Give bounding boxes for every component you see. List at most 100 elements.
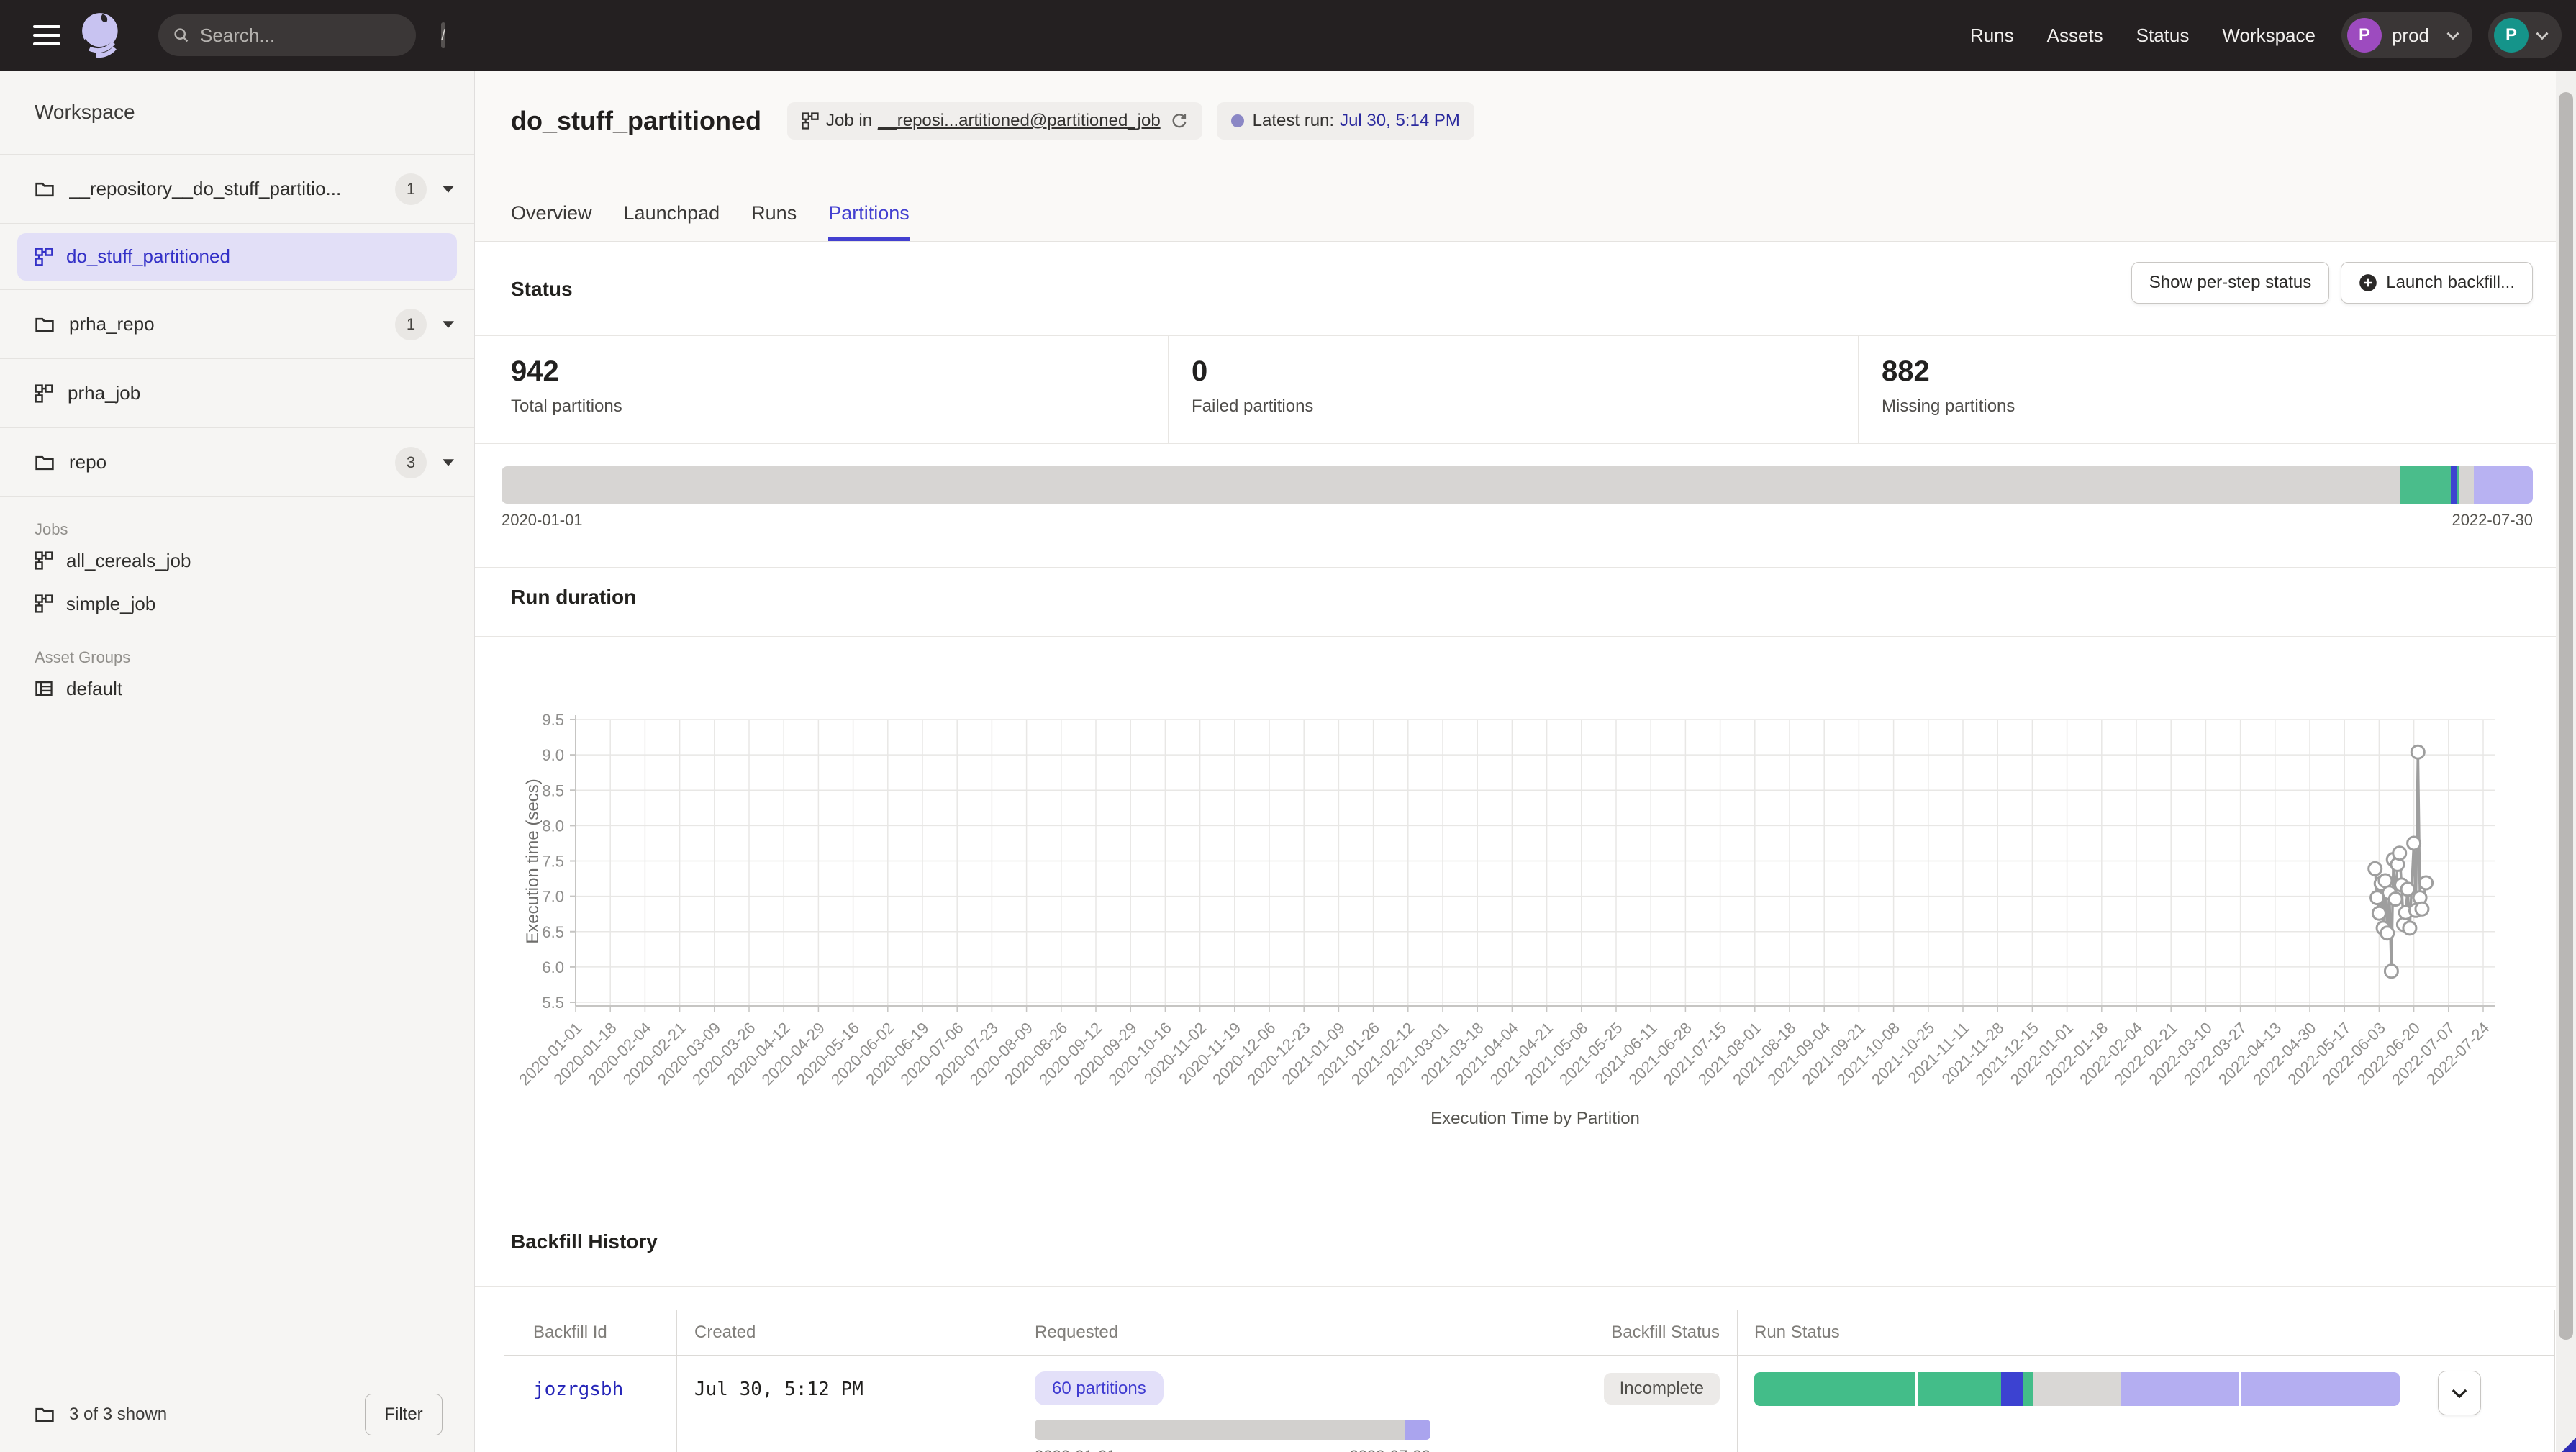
sidebar-item-label: repo xyxy=(69,451,106,473)
sidebar-item-do-stuff-partitioned[interactable]: do_stuff_partitioned xyxy=(17,233,457,281)
chevron-down-icon xyxy=(2536,32,2549,40)
launch-backfill-button[interactable]: Launch backfill... xyxy=(2341,262,2533,304)
deployment-switcher[interactable]: P prod xyxy=(2341,12,2472,58)
tab-launchpad[interactable]: Launchpad xyxy=(624,202,720,241)
repos-shown-count: 3 of 3 shown xyxy=(69,1405,167,1425)
requested-range-start: 2020-01-01 xyxy=(1035,1447,1116,1452)
job-icon xyxy=(35,551,53,570)
sidebar-footer: 3 of 3 shown Filter xyxy=(0,1376,474,1452)
jobs-section-label: Jobs xyxy=(35,520,474,539)
column-header-run-status: Run Status xyxy=(1738,1310,2418,1355)
job-icon xyxy=(35,248,53,266)
sidebar-item-label: all_cereals_job xyxy=(66,550,191,572)
nav-link-assets[interactable]: Assets xyxy=(2047,24,2103,47)
svg-text:9.0: 9.0 xyxy=(542,746,564,764)
stat-failed-partitions: 0 Failed partitions xyxy=(1192,335,1313,443)
count-badge: 1 xyxy=(395,173,427,205)
search-box[interactable]: / xyxy=(158,14,416,56)
sidebar-item-label: __repository__do_stuff_partitio... xyxy=(69,178,341,200)
top-navbar: / Runs Assets Status Workspace P prod P xyxy=(0,0,2576,71)
svg-text:Execution Time by Partition: Execution Time by Partition xyxy=(1430,1109,1640,1128)
latest-run-label: Latest run: xyxy=(1253,111,1334,131)
status-section-title: Status xyxy=(511,278,573,301)
caret-down-icon[interactable] xyxy=(443,186,454,193)
sidebar-item-repository-do-stuff[interactable]: __repository__do_stuff_partitio... 1 xyxy=(0,155,474,224)
folder-icon xyxy=(35,453,55,473)
nav-link-status[interactable]: Status xyxy=(2136,24,2190,47)
scrollbar-thumb[interactable] xyxy=(2559,92,2573,1340)
sidebar-item-label: default xyxy=(66,678,122,700)
partition-stats: 942 Total partitions 0 Failed partitions… xyxy=(475,335,2576,443)
sidebar-item-label: prha_repo xyxy=(69,313,155,335)
tab-overview[interactable]: Overview xyxy=(511,202,592,241)
column-header-backfill-status: Backfill Status xyxy=(1451,1310,1738,1355)
nav-link-workspace[interactable]: Workspace xyxy=(2222,24,2316,47)
svg-text:8.5: 8.5 xyxy=(542,781,564,799)
show-per-step-status-button[interactable]: Show per-step status xyxy=(2131,262,2329,304)
main-content: do_stuff_partitioned Job in __reposi...a… xyxy=(475,71,2576,1452)
chart-y-labels: 5.56.06.57.07.58.08.59.09.5 xyxy=(542,711,576,1012)
dagster-logo-icon[interactable] xyxy=(79,10,127,60)
job-origin-tag: Job in __reposi...artitioned@partitioned… xyxy=(787,102,1202,140)
run-status-cell xyxy=(1738,1356,2418,1452)
workspace-sidebar: Workspace __repository__do_stuff_partiti… xyxy=(0,71,475,1452)
sidebar-item-prha-job[interactable]: prha_job xyxy=(0,359,474,428)
partition-range-start: 2020-01-01 xyxy=(502,511,583,530)
backfill-history-table: Backfill Id Created Requested Backfill S… xyxy=(504,1310,2555,1452)
stat-total-partitions: 942 Total partitions xyxy=(511,335,622,443)
partition-status-bar[interactable] xyxy=(502,466,2533,504)
svg-text:5.5: 5.5 xyxy=(542,994,564,1012)
scrollbar[interactable] xyxy=(2556,71,2576,1452)
sidebar-item-simple-job[interactable]: simple_job xyxy=(0,582,474,625)
search-shortcut-key: / xyxy=(441,22,445,48)
user-menu[interactable]: P xyxy=(2488,12,2562,58)
corner-widget xyxy=(2562,1438,2576,1452)
user-avatar: P xyxy=(2494,18,2529,53)
requested-partitions-bar xyxy=(1035,1420,1430,1440)
sidebar-item-default-asset-group[interactable]: default xyxy=(0,667,474,710)
deployment-avatar: P xyxy=(2347,18,2382,53)
nav-link-runs[interactable]: Runs xyxy=(1970,24,2014,47)
caret-down-icon[interactable] xyxy=(443,459,454,466)
backfill-status-cell: Incomplete xyxy=(1451,1356,1738,1452)
asset-groups-section-label: Asset Groups xyxy=(35,648,474,667)
sidebar-item-repo[interactable]: repo 3 xyxy=(0,428,474,497)
svg-text:6.5: 6.5 xyxy=(542,923,564,941)
dagster-app: / Runs Assets Status Workspace P prod P … xyxy=(0,0,2576,1452)
expand-row-button[interactable] xyxy=(2438,1371,2481,1415)
backfill-table-header: Backfill Id Created Requested Backfill S… xyxy=(504,1310,2554,1356)
sidebar-item-label: prha_job xyxy=(68,382,140,404)
job-icon xyxy=(802,112,819,130)
sidebar-item-all-cereals-job[interactable]: all_cereals_job xyxy=(0,539,474,582)
plus-circle-icon xyxy=(2359,273,2377,292)
hamburger-menu-icon[interactable] xyxy=(33,25,60,45)
svg-text:8.0: 8.0 xyxy=(542,817,564,835)
backfill-requested-cell: 60 partitions 2020-01-01 2022-07-30 xyxy=(1017,1356,1451,1452)
backfill-status-badge: Incomplete xyxy=(1604,1373,1720,1405)
run-status-bar[interactable] xyxy=(1754,1372,2400,1406)
requested-partitions-badge[interactable]: 60 partitions xyxy=(1035,1371,1164,1405)
nav-links: Runs Assets Status Workspace xyxy=(1970,24,2316,47)
reload-icon[interactable] xyxy=(1171,112,1188,130)
chevron-down-icon xyxy=(2446,32,2459,40)
chart-x-labels: 2020-01-012020-01-182020-02-042020-02-21… xyxy=(515,1006,2493,1089)
run-status-dot xyxy=(1231,114,1244,127)
sidebar-item-label: do_stuff_partitioned xyxy=(66,245,230,268)
caret-down-icon[interactable] xyxy=(443,321,454,328)
run-duration-chart[interactable]: 5.56.06.57.07.58.08.59.09.52020-01-01202… xyxy=(475,636,2562,1204)
stat-missing-partitions: 882 Missing partitions xyxy=(1882,335,2015,443)
search-input[interactable] xyxy=(200,24,441,47)
latest-run-link[interactable]: Jul 30, 5:14 PM xyxy=(1340,111,1460,131)
job-repo-link[interactable]: __reposi...artitioned@partitioned_job xyxy=(878,111,1161,131)
page-title: do_stuff_partitioned xyxy=(511,106,761,136)
tab-runs[interactable]: Runs xyxy=(751,202,797,241)
filter-button[interactable]: Filter xyxy=(365,1394,443,1435)
backfill-created-cell: Jul 30, 5:12 PM xyxy=(694,1379,863,1400)
count-badge: 1 xyxy=(395,309,427,340)
sidebar-item-prha-repo[interactable]: prha_repo 1 xyxy=(0,290,474,359)
chevron-down-icon xyxy=(2452,1389,2467,1398)
tab-partitions[interactable]: Partitions xyxy=(828,202,910,241)
svg-text:9.5: 9.5 xyxy=(542,711,564,729)
folder-icon xyxy=(35,1405,55,1425)
backfill-id-link[interactable]: jozrgsbh xyxy=(533,1379,623,1400)
